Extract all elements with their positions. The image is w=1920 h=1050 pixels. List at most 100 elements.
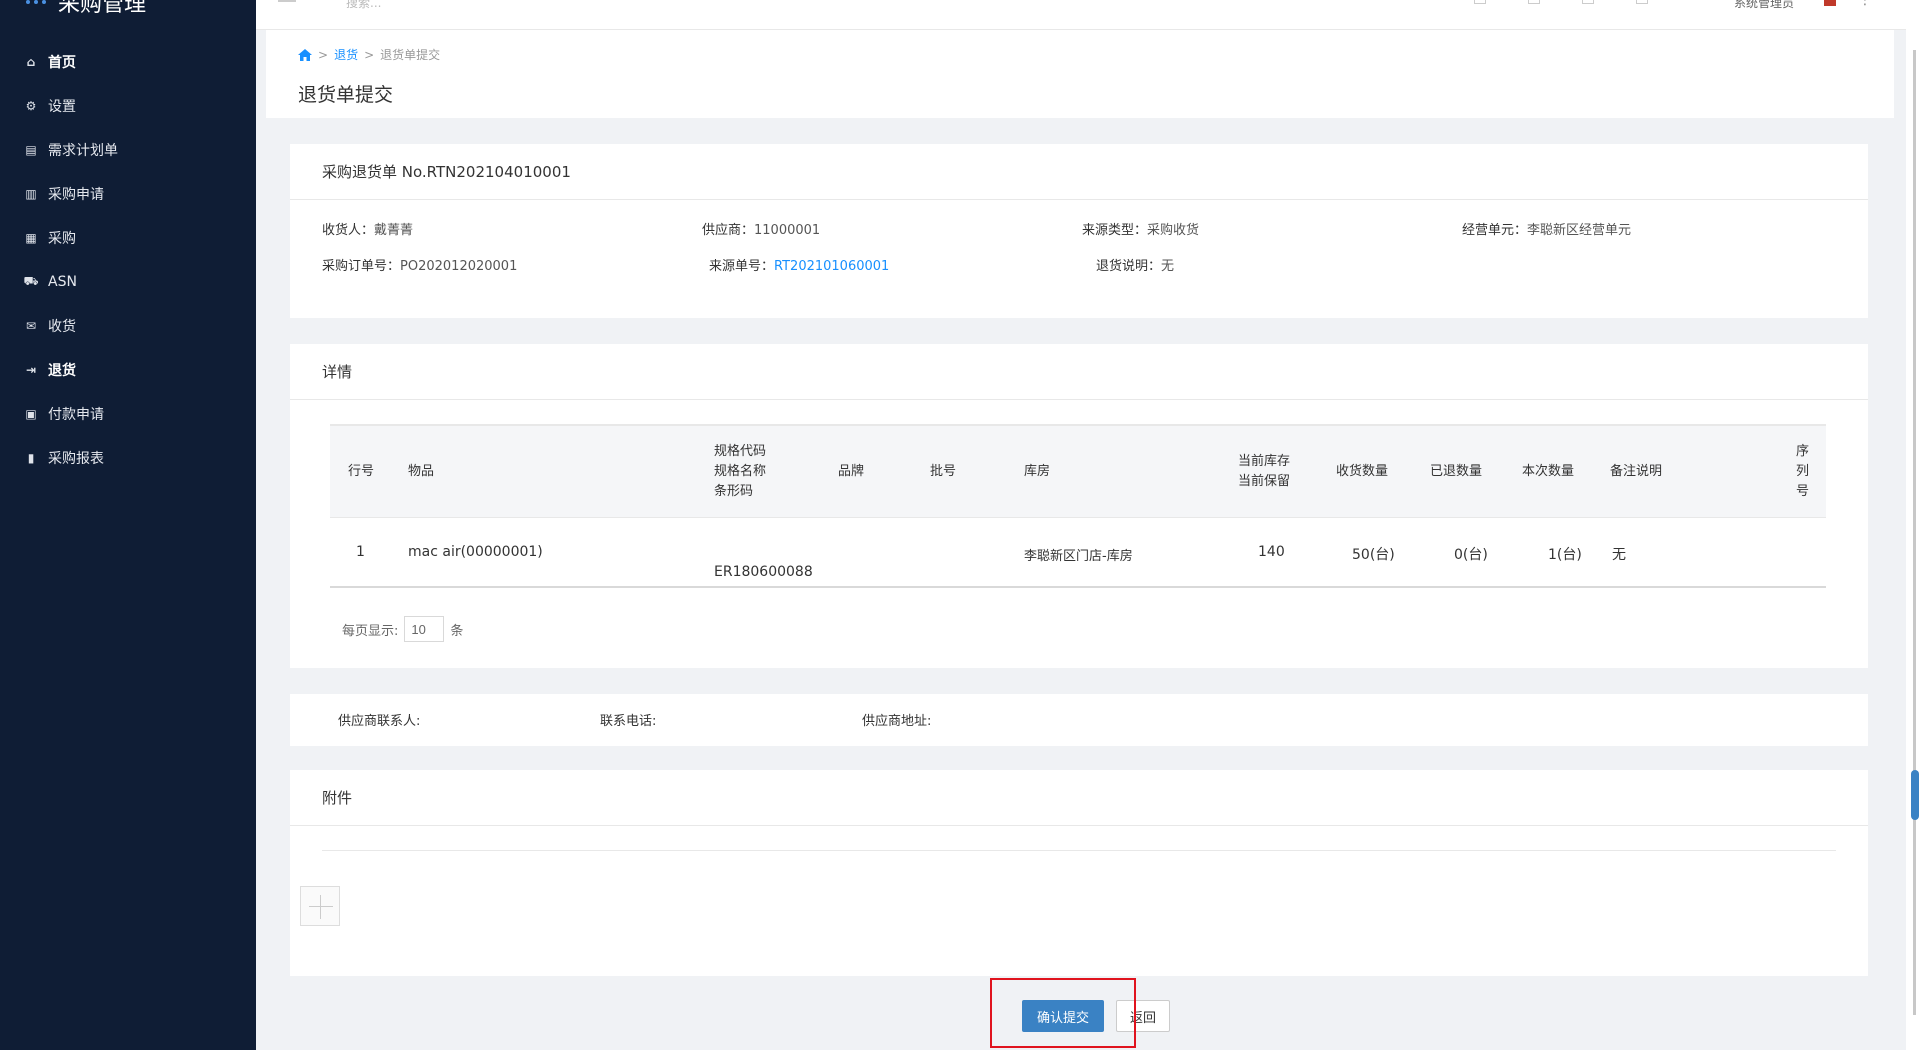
sidebar-item-receiving[interactable]: ✉ 收货 <box>0 304 256 348</box>
flag-icon[interactable] <box>1824 0 1836 6</box>
return-icon: ⇥ <box>25 363 37 377</box>
field-label: 供应商： <box>702 222 755 238</box>
page-size-input[interactable] <box>404 616 445 642</box>
breadcrumb-link-return[interactable]: 退货 <box>334 46 358 63</box>
sidebar-item-demand-plan[interactable]: ▤ 需求计划单 <box>0 128 256 172</box>
th-this-qty: 本次数量 <box>1522 464 1575 479</box>
sidebar-item-label: 设置 <box>48 99 76 115</box>
mail-icon[interactable] <box>1636 0 1648 4</box>
inbox-icon: ✉ <box>25 319 37 333</box>
sidebar-item-purchase[interactable]: ▦ 采购 <box>0 216 256 260</box>
payment-icon: ▣ <box>25 407 37 421</box>
th-serial-1: 序 <box>1796 444 1810 459</box>
doc-icon: ▤ <box>25 143 37 157</box>
sidebar-item-label: ASN <box>48 274 77 290</box>
upload-add-button[interactable] <box>300 886 340 926</box>
scrollbar-thumb[interactable] <box>1911 770 1919 820</box>
app-title: 采购管理 <box>58 0 147 17</box>
sidebar-nav: ⌂ 首页 ⚙ 设置 ▤ 需求计划单 ▥ 采购申请 ▦ 采购 ⛟ ASN ✉ 收货… <box>0 40 256 480</box>
app-logo: 采购管理 <box>26 0 146 18</box>
scrollbar[interactable] <box>1906 0 1920 1050</box>
field-label: 收货人： <box>322 222 375 238</box>
th-spec-code: 规格代码 <box>714 444 767 459</box>
sidebar-item-label: 采购报表 <box>48 451 104 467</box>
th-serial-3: 号 <box>1796 484 1810 499</box>
search-input[interactable]: 搜索... <box>346 0 381 11</box>
cell-remark: 无 <box>1612 547 1626 563</box>
breadcrumb: > 退货 > 退货单提交 <box>298 46 440 63</box>
th-serial: 序 列 号 <box>1796 426 1809 518</box>
truck-icon: ⛟ <box>23 274 39 288</box>
cell-line: 1 <box>356 544 365 560</box>
supplier-contact-card: 供应商联系人: 联系电话: 供应商地址: <box>290 694 1868 746</box>
note-value: 无 <box>1161 258 1175 274</box>
breadcrumb-current: 退货单提交 <box>380 48 441 62</box>
source-type-field: 来源类型：采购收货 <box>1082 219 1462 238</box>
sidebar-item-settings[interactable]: ⚙ 设置 <box>0 84 256 128</box>
th-current-stock: 当前库存 <box>1238 454 1291 469</box>
message-icon[interactable] <box>1528 0 1540 4</box>
menu-toggle-icon[interactable] <box>278 0 296 2</box>
order-title: 采购退货单 No.RTN202104010001 <box>290 144 1868 200</box>
sidebar-item-label: 采购 <box>48 231 76 247</box>
order-info-card: 采购退货单 No.RTN202104010001 收货人：戴菁菁 供应商：110… <box>290 144 1868 318</box>
bell-icon[interactable] <box>1582 0 1594 4</box>
supplier-contact-label: 供应商联系人: <box>338 714 421 729</box>
field-label: 来源类型： <box>1082 222 1148 238</box>
th-returned: 已退数量 <box>1430 464 1483 479</box>
sidebar-item-label: 采购申请 <box>48 187 104 203</box>
field-label: 采购订单号： <box>322 258 401 274</box>
attachments-card: 附件 <box>290 770 1868 976</box>
top-header: 搜索... 系统管理员 ⋮ <box>256 0 1920 30</box>
source-type-value: 采购收货 <box>1147 222 1200 238</box>
page-size-control: 每页显示: 条 <box>342 616 463 642</box>
sidebar-item-label: 收货 <box>48 319 76 335</box>
th-line: 行号 <box>348 464 375 479</box>
th-received: 收货数量 <box>1336 464 1389 479</box>
th-warehouse: 库房 <box>1024 464 1051 479</box>
sidebar-item-label: 退货 <box>48 363 76 379</box>
sidebar-item-asn[interactable]: ⛟ ASN <box>0 260 256 304</box>
sidebar-item-home[interactable]: ⌂ 首页 <box>0 40 256 84</box>
th-spec-name: 规格名称 <box>714 464 767 479</box>
details-card: 详情 行号 物品 规格代码 规格名称 条形码 品牌 批号 库房 当前库存 当前保… <box>290 344 1868 668</box>
page-header: > 退货 > 退货单提交 退货单提交 <box>266 30 1894 118</box>
list-icon: ▥ <box>25 187 37 201</box>
user-name[interactable]: 系统管理员 <box>1734 0 1794 11</box>
sidebar-item-payment-request[interactable]: ▣ 付款申请 <box>0 392 256 436</box>
field-label: 经营单元： <box>1462 222 1528 238</box>
unit-field: 经营单元：李聪新区经营单元 <box>1462 219 1842 238</box>
th-barcode: 条形码 <box>714 484 754 499</box>
grid-icon[interactable] <box>1474 0 1486 4</box>
cell-received: 50(台) <box>1352 547 1395 563</box>
cell-warehouse: 李聪新区门店-库房 <box>1024 549 1133 564</box>
chart-icon: ▮ <box>27 451 35 465</box>
sidebar-item-return[interactable]: ⇥ 退货 <box>0 348 256 392</box>
breadcrumb-separator: > <box>318 47 329 62</box>
source-no-link[interactable]: RT202101060001 <box>774 259 889 274</box>
home-icon[interactable] <box>298 48 312 61</box>
attachments-title: 附件 <box>290 770 1868 826</box>
th-item: 物品 <box>408 464 435 479</box>
th-current-reserved: 当前保留 <box>1238 474 1291 489</box>
cell-stock: 140 <box>1258 544 1285 560</box>
sidebar-item-purchase-request[interactable]: ▥ 采购申请 <box>0 172 256 216</box>
confirm-submit-button[interactable]: 确认提交 <box>1022 1000 1104 1032</box>
details-title: 详情 <box>290 344 1868 400</box>
po-field: 采购订单号：PO202012020001 <box>322 255 709 274</box>
th-brand: 品牌 <box>838 464 865 479</box>
sidebar-item-label: 付款申请 <box>48 407 104 423</box>
scrollbar-track[interactable] <box>1913 50 1916 1015</box>
sidebar-item-label: 首页 <box>48 55 76 71</box>
back-button[interactable]: 返回 <box>1116 1000 1170 1032</box>
cell-returned: 0(台) <box>1454 547 1488 563</box>
page-title: 退货单提交 <box>298 84 394 106</box>
sidebar-item-purchase-report[interactable]: ▮ 采购报表 <box>0 436 256 480</box>
source-no-field: 来源单号：RT202101060001 <box>709 255 1096 274</box>
receiver-value: 戴菁菁 <box>374 222 414 238</box>
home-icon: ⌂ <box>26 55 36 69</box>
cell-barcode: ER180600088 <box>714 564 813 580</box>
field-label: 来源单号： <box>709 258 775 274</box>
supplier-field: 供应商：11000001 <box>702 219 1082 238</box>
more-icon[interactable]: ⋮ <box>1858 0 1872 8</box>
